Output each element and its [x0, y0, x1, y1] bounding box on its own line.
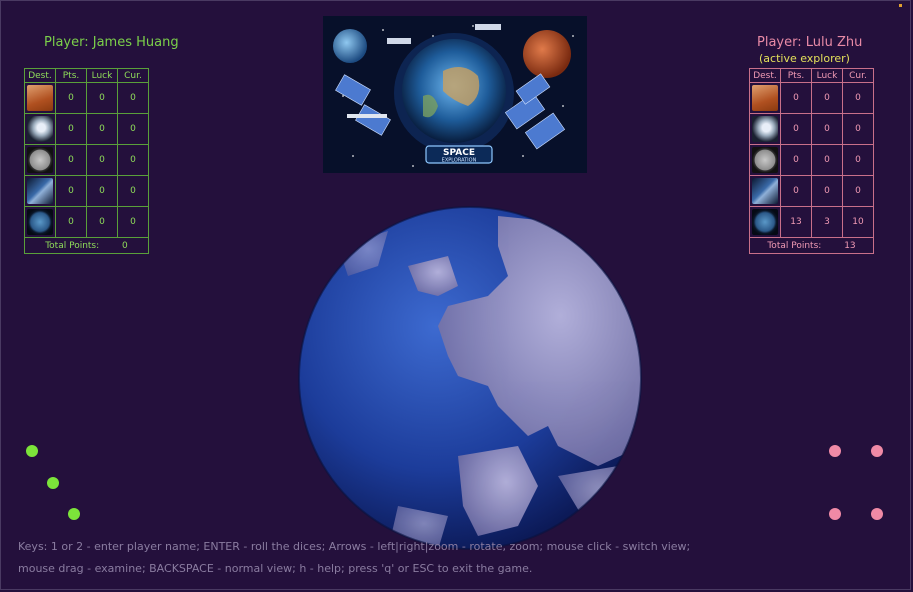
- luck-cell: 0: [811, 82, 843, 114]
- luck-cell: 0: [86, 175, 118, 207]
- cur-cell: 10: [842, 206, 874, 238]
- die-pip-right: [829, 445, 841, 457]
- player2-name[interactable]: Player: Lulu Zhu: [757, 35, 862, 50]
- table-row: 13 3 10: [749, 206, 874, 238]
- die-pip-left: [47, 477, 59, 489]
- cur-cell: 0: [842, 82, 874, 114]
- space-station-icon: [752, 116, 778, 142]
- scoreboard-header: Dest. Pts. Luck Cur.: [24, 68, 149, 83]
- satellite-icon: [27, 178, 53, 204]
- die-pip-right: [829, 508, 841, 520]
- moon-icon: [752, 147, 778, 173]
- total-value: 13: [844, 240, 856, 251]
- banner-art: SPACE EXPLORATION: [323, 16, 587, 173]
- die-pip-right: [871, 445, 883, 457]
- header-luck: Luck: [811, 68, 843, 83]
- table-row: 0 0 0: [749, 175, 874, 207]
- player1-name[interactable]: Player: James Huang: [44, 35, 179, 50]
- die-pip-left: [68, 508, 80, 520]
- luck-cell: 0: [86, 144, 118, 176]
- pts-cell: 0: [55, 113, 87, 145]
- luck-cell: 0: [86, 82, 118, 114]
- header-dest: Dest.: [749, 68, 781, 83]
- earth-globe[interactable]: [298, 206, 642, 550]
- pts-cell: 13: [780, 206, 812, 238]
- header-dest: Dest.: [24, 68, 56, 83]
- header-pts: Pts.: [780, 68, 812, 83]
- moon-icon: [27, 147, 53, 173]
- banner-subtitle: EXPLORATION: [442, 158, 477, 164]
- luck-cell: 0: [811, 175, 843, 207]
- total-label: Total Points:: [45, 240, 100, 251]
- status-indicator: [899, 4, 902, 7]
- pts-cell: 0: [55, 82, 87, 114]
- help-text-line2: mouse drag - examine; BACKSPACE - normal…: [18, 562, 533, 575]
- total-value: 0: [122, 240, 128, 251]
- pts-cell: 0: [55, 144, 87, 176]
- table-row: 0 0 0: [749, 144, 874, 176]
- mars-icon: [27, 85, 53, 111]
- luck-cell: 0: [86, 206, 118, 238]
- player2-scoreboard: Dest. Pts. Luck Cur. 0 0 0 0 0 0 0 0 0 0…: [749, 68, 874, 254]
- table-row: 0 0 0: [24, 144, 149, 176]
- pts-cell: 0: [780, 82, 812, 114]
- pts-cell: 0: [780, 144, 812, 176]
- player1-scoreboard: Dest. Pts. Luck Cur. 0 0 0 0 0 0 0 0 0 0…: [24, 68, 149, 254]
- cur-cell: 0: [842, 144, 874, 176]
- luck-cell: 0: [811, 113, 843, 145]
- cur-cell: 0: [117, 113, 149, 145]
- header-cur: Cur.: [842, 68, 874, 83]
- pts-cell: 0: [55, 206, 87, 238]
- pts-cell: 0: [780, 113, 812, 145]
- table-row: 0 0 0: [24, 82, 149, 114]
- table-row: 0 0 0: [749, 82, 874, 114]
- scoreboard-header: Dest. Pts. Luck Cur.: [749, 68, 874, 83]
- total-row: Total Points: 0: [24, 237, 149, 254]
- total-points: Total Points: 13: [749, 237, 874, 254]
- table-row: 0 0 0: [24, 113, 149, 145]
- die-pip-left: [26, 445, 38, 457]
- total-label: Total Points:: [767, 240, 822, 251]
- table-row: 0 0 0: [24, 206, 149, 238]
- cur-cell: 0: [842, 175, 874, 207]
- cur-cell: 0: [842, 113, 874, 145]
- earth-icon: [27, 209, 53, 235]
- header-pts: Pts.: [55, 68, 87, 83]
- header-luck: Luck: [86, 68, 118, 83]
- space-station-icon: [27, 116, 53, 142]
- cur-cell: 0: [117, 144, 149, 176]
- luck-cell: 0: [811, 144, 843, 176]
- total-points: Total Points: 0: [24, 237, 149, 254]
- help-text-line1: Keys: 1 or 2 - enter player name; ENTER …: [18, 540, 691, 553]
- space-exploration-banner: SPACE EXPLORATION: [323, 16, 587, 173]
- active-explorer-label: (active explorer): [759, 52, 850, 65]
- earth-icon: [752, 209, 778, 235]
- pts-cell: 0: [780, 175, 812, 207]
- satellite-icon: [752, 178, 778, 204]
- mars-icon: [752, 85, 778, 111]
- cur-cell: 0: [117, 82, 149, 114]
- total-row: Total Points: 13: [749, 237, 874, 254]
- die-pip-right: [871, 508, 883, 520]
- luck-cell: 0: [86, 113, 118, 145]
- luck-cell: 3: [811, 206, 843, 238]
- table-row: 0 0 0: [24, 175, 149, 207]
- pts-cell: 0: [55, 175, 87, 207]
- cur-cell: 0: [117, 206, 149, 238]
- banner-title: SPACE: [443, 148, 475, 158]
- cur-cell: 0: [117, 175, 149, 207]
- table-row: 0 0 0: [749, 113, 874, 145]
- header-cur: Cur.: [117, 68, 149, 83]
